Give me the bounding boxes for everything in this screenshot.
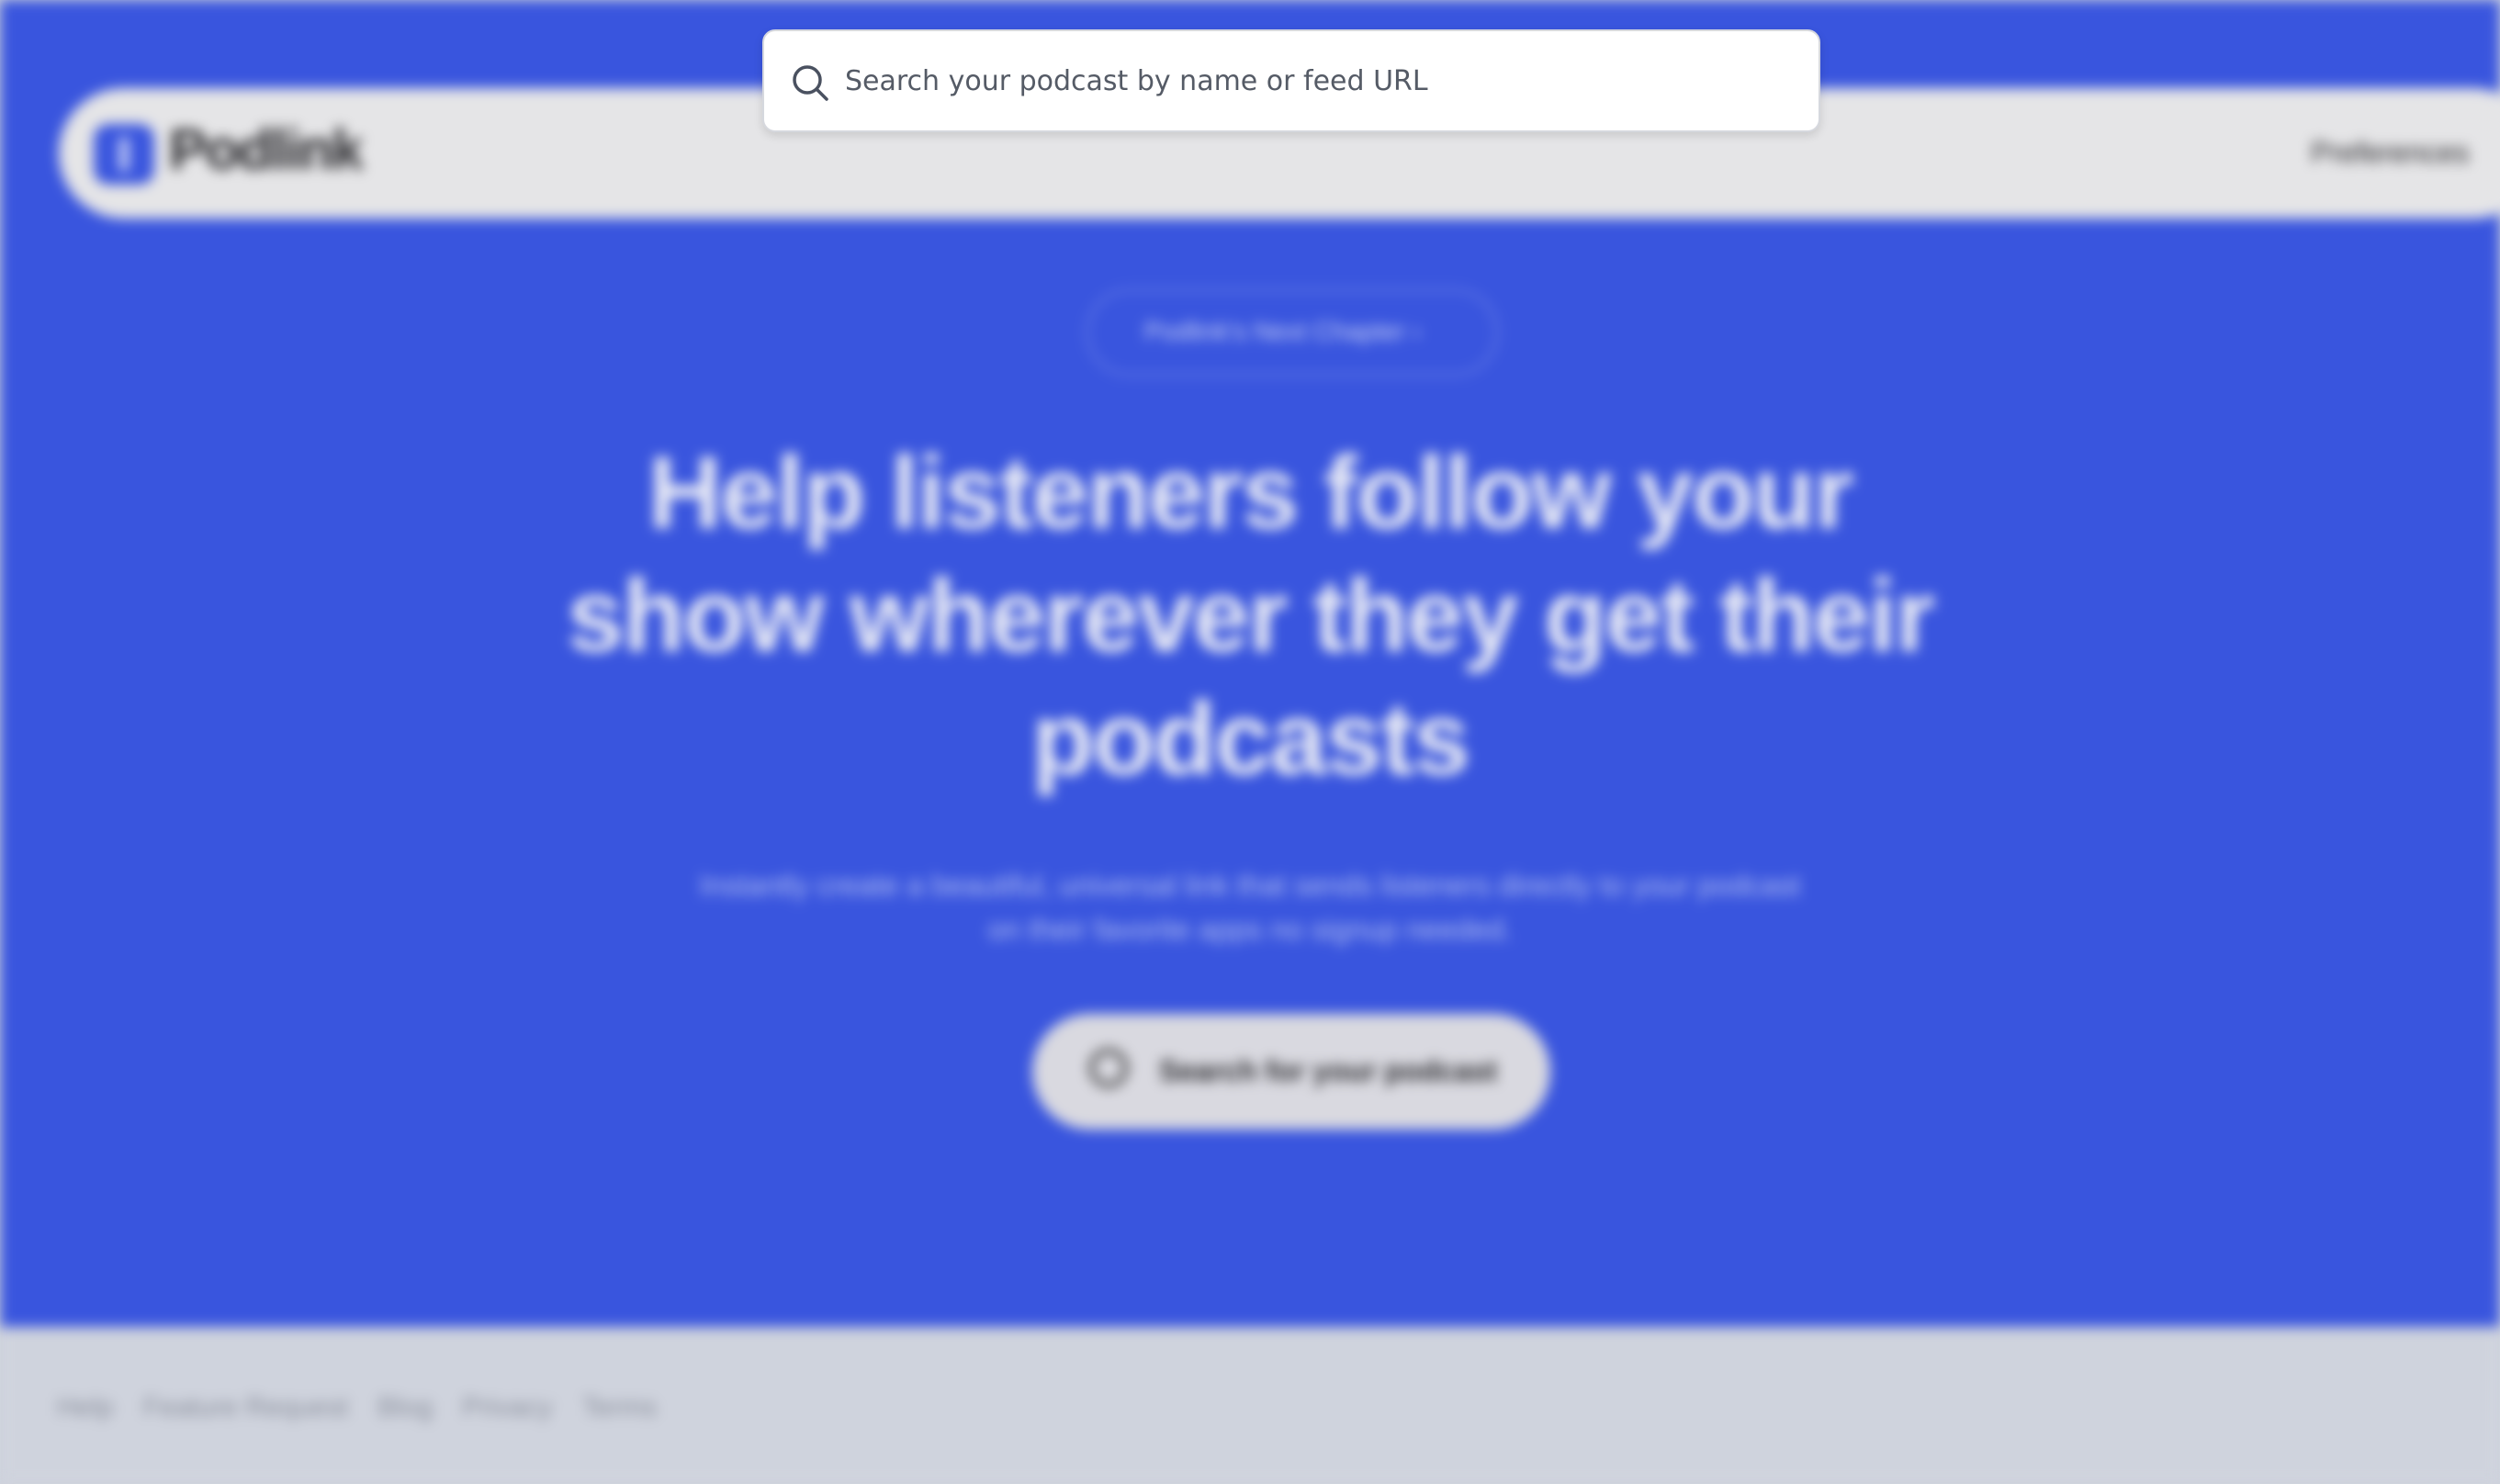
footer-link-feature-request[interactable]: Feature Request (143, 1392, 348, 1423)
footer-link-terms[interactable]: Terms (582, 1392, 658, 1423)
footer-link-help[interactable]: Help (57, 1392, 114, 1423)
search-icon (793, 65, 828, 101)
preferences-link[interactable]: Preferences (2311, 136, 2470, 170)
footer-links: Help Feature Request Blog Privacy Terms (57, 1392, 657, 1423)
next-chapter-label: Podlink's Next Chapter › (1144, 317, 1422, 345)
footer-link-privacy[interactable]: Privacy (462, 1392, 552, 1423)
search-icon (1089, 1049, 1128, 1087)
podlink-logo-icon[interactable] (94, 124, 154, 185)
hero-headline: Help listeners follow your show wherever… (567, 435, 1935, 796)
search-podcast-button-label: Search for your podcast (1159, 1054, 1498, 1087)
search-box[interactable] (762, 29, 1820, 132)
footer-link-blog[interactable]: Blog (377, 1392, 433, 1423)
search-input[interactable] (845, 31, 1800, 130)
logo-text[interactable]: Podlink (169, 118, 364, 183)
blurred-background-page: Podlink Preferences Podlink's Next Chapt… (0, 0, 2500, 1484)
hero-subtext: Instantly create a beautiful, universal … (699, 869, 1801, 946)
